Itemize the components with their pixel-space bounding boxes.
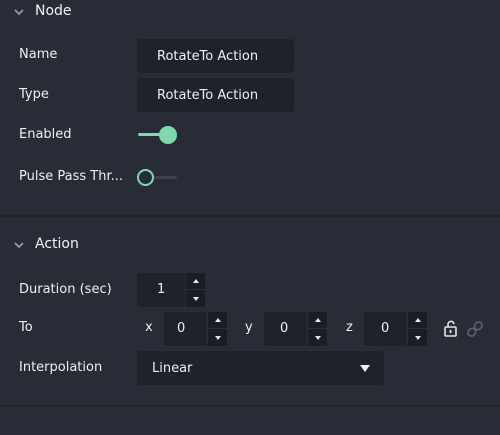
duration-stepper[interactable]: 1 xyxy=(137,273,206,307)
chevron-down-icon[interactable] xyxy=(12,5,26,19)
duration-decrement-button[interactable] xyxy=(186,290,206,307)
to-y-increment-button[interactable] xyxy=(308,312,328,329)
to-z-increment-button[interactable] xyxy=(408,312,428,329)
y-axis-label: y xyxy=(245,320,253,335)
inspector-panel: Node Name RotateTo Action Type RotateTo … xyxy=(0,0,500,435)
duration-label: Duration (sec) xyxy=(19,282,112,297)
x-axis-label: x xyxy=(145,320,153,335)
to-y-value: 0 xyxy=(280,321,289,336)
caret-down-icon xyxy=(360,365,370,372)
enabled-label: Enabled xyxy=(19,127,72,142)
arrow-down-icon xyxy=(193,296,199,301)
node-section-header[interactable]: Node xyxy=(0,0,500,24)
section-divider-bottom xyxy=(0,405,500,407)
name-label: Name xyxy=(19,47,58,62)
to-x-increment-button[interactable] xyxy=(208,312,228,329)
to-label: To xyxy=(19,320,33,335)
name-value: RotateTo Action xyxy=(157,48,259,64)
action-section-header[interactable]: Action xyxy=(0,233,500,257)
duration-increment-button[interactable] xyxy=(186,273,206,290)
z-axis-label: z xyxy=(346,320,353,335)
interpolation-select[interactable]: Linear xyxy=(137,351,384,385)
to-x-spin xyxy=(207,312,228,346)
arrow-up-icon xyxy=(315,318,321,322)
pulse-pass-through-label: Pulse Pass Thr... xyxy=(19,169,123,184)
name-field[interactable]: RotateTo Action xyxy=(137,39,294,73)
interpolation-label: Interpolation xyxy=(19,360,103,375)
duration-value: 1 xyxy=(157,282,166,297)
type-label: Type xyxy=(19,87,49,102)
type-field: RotateTo Action xyxy=(137,78,294,112)
chevron-down-icon[interactable] xyxy=(12,238,26,252)
to-y-decrement-button[interactable] xyxy=(308,329,328,346)
arrow-up-icon xyxy=(415,318,421,322)
to-z-stepper[interactable]: 0 xyxy=(364,312,428,346)
to-x-decrement-button[interactable] xyxy=(208,329,228,346)
type-value: RotateTo Action xyxy=(157,87,259,103)
section-title-node: Node xyxy=(35,3,72,19)
to-z-value: 0 xyxy=(381,321,390,336)
section-title-action: Action xyxy=(35,236,79,252)
to-y-spin xyxy=(307,312,328,346)
to-x-value: 0 xyxy=(177,321,186,336)
arrow-down-icon xyxy=(315,335,321,340)
enabled-toggle-knob[interactable] xyxy=(159,126,177,144)
interpolation-value: Linear xyxy=(152,360,193,376)
section-divider xyxy=(0,215,500,217)
arrow-down-icon xyxy=(415,335,421,340)
unlock-icon[interactable] xyxy=(443,320,459,337)
link-icon[interactable] xyxy=(465,319,485,339)
to-z-decrement-button[interactable] xyxy=(408,329,428,346)
arrow-up-icon xyxy=(193,279,199,283)
pulse-toggle-knob[interactable] xyxy=(137,169,154,186)
duration-spin xyxy=(185,273,206,307)
to-y-stepper[interactable]: 0 xyxy=(264,312,328,346)
arrow-up-icon xyxy=(215,318,221,322)
to-x-stepper[interactable]: 0 xyxy=(164,312,228,346)
arrow-down-icon xyxy=(215,335,221,340)
to-z-spin xyxy=(407,312,428,346)
